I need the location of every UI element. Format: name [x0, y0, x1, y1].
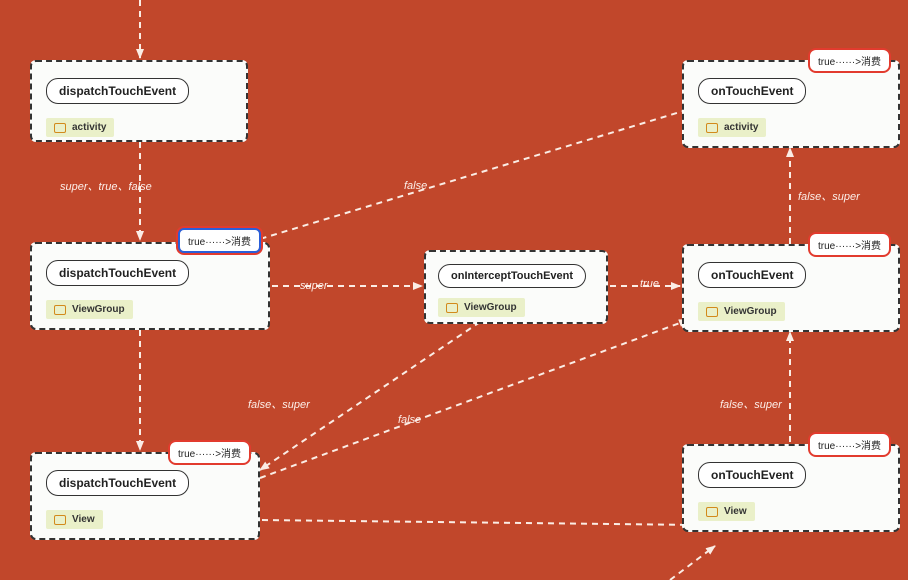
- node-subtype: View: [46, 510, 103, 529]
- node-ontouch-viewgroup: onTouchEvent ViewGroup: [682, 244, 900, 332]
- node-subtype-label: View: [724, 506, 747, 517]
- edge-label: super、true、false: [60, 178, 152, 194]
- package-icon: [706, 307, 718, 317]
- package-icon: [54, 515, 66, 525]
- node-subtype-label: activity: [724, 122, 758, 133]
- package-icon: [706, 123, 718, 133]
- node-subtype-label: ViewGroup: [72, 304, 125, 315]
- node-subtype-label: activity: [72, 122, 106, 133]
- node-title: onTouchEvent: [698, 462, 806, 488]
- node-subtype: ViewGroup: [46, 300, 133, 319]
- node-dispatch-activity: dispatchTouchEvent activity: [30, 60, 248, 142]
- node-subtype-label: View: [72, 514, 95, 525]
- node-ontouch-activity: onTouchEvent activity: [682, 60, 900, 148]
- node-title: dispatchTouchEvent: [46, 470, 189, 496]
- edge-label: false、super: [720, 396, 782, 412]
- node-subtype: activity: [46, 118, 114, 137]
- edge-label: false: [404, 180, 427, 192]
- node-title: onInterceptTouchEvent: [438, 264, 586, 288]
- node-dispatch-view: dispatchTouchEvent View: [30, 452, 260, 540]
- edge-label: false、super: [248, 396, 310, 412]
- package-icon: [446, 303, 458, 313]
- node-dispatch-viewgroup: dispatchTouchEvent ViewGroup: [30, 242, 270, 330]
- node-subtype: ViewGroup: [438, 298, 525, 317]
- node-title: onTouchEvent: [698, 262, 806, 288]
- node-title: dispatchTouchEvent: [46, 260, 189, 286]
- node-intercept-viewgroup: onInterceptTouchEvent ViewGroup: [424, 250, 608, 324]
- consume-badge-dispatch-view: true······>消费: [168, 440, 251, 465]
- node-title: dispatchTouchEvent: [46, 78, 189, 104]
- package-icon: [54, 123, 66, 133]
- consume-badge-ontouch-view: true······>消费: [808, 432, 891, 457]
- node-subtype: ViewGroup: [698, 302, 785, 321]
- package-icon: [54, 305, 66, 315]
- diagram-canvas: { "nodes": { "n1": { "title": "dispatchT…: [0, 0, 908, 580]
- node-subtype-label: ViewGroup: [724, 306, 777, 317]
- node-ontouch-view: onTouchEvent View: [682, 444, 900, 532]
- package-icon: [706, 507, 718, 517]
- consume-badge-dispatch-viewgroup: true······>消费: [178, 228, 261, 253]
- node-subtype: activity: [698, 118, 766, 137]
- node-title: onTouchEvent: [698, 78, 806, 104]
- edge-label: super: [300, 280, 328, 292]
- edge-label: false、super: [798, 188, 860, 204]
- consume-badge-ontouch-viewgroup: true······>消费: [808, 232, 891, 257]
- edge-label: true: [640, 278, 659, 290]
- node-subtype: View: [698, 502, 755, 521]
- consume-badge-ontouch-activity: true······>消费: [808, 48, 891, 73]
- node-subtype-label: ViewGroup: [464, 302, 517, 313]
- edge-label: false: [398, 414, 421, 426]
